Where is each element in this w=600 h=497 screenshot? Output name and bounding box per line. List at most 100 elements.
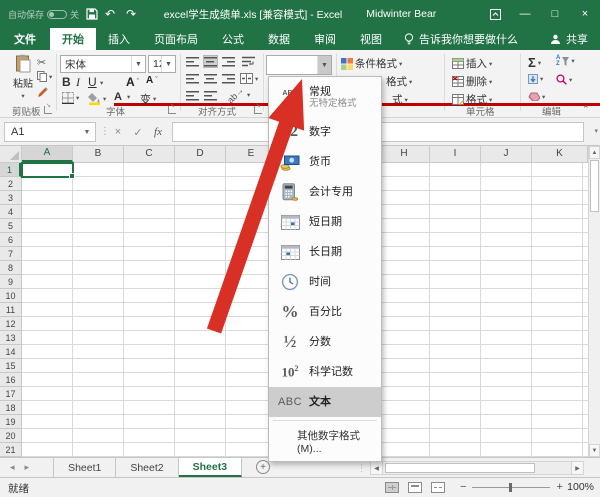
scroll-left-icon[interactable]: ◀ [370,461,383,475]
row-header-20[interactable]: 20 [0,429,21,443]
tell-me-box[interactable]: 告诉我你想要做什么 [394,28,528,50]
bold-button[interactable]: B [62,75,71,89]
menu-item-text[interactable]: ABC文本 [269,387,381,417]
row-header-14[interactable]: 14 [0,345,21,359]
scroll-down-icon[interactable]: ▼ [589,444,600,457]
row-header-3[interactable]: 3 [0,191,21,205]
menu-item-percent[interactable]: %百分比 [269,297,381,327]
orientation-button[interactable]: ab→ ▾ [226,90,250,100]
scroll-right-icon[interactable]: ▶ [571,461,584,475]
alignment-dialog-launcher[interactable] [254,106,262,114]
close-button[interactable]: × [570,0,600,28]
cell-styles-button[interactable]: 式▾ [392,92,408,107]
font-name-combo[interactable]: 宋体▼ [60,55,146,73]
row-header-16[interactable]: 16 [0,373,21,387]
page-layout-view-button[interactable] [408,482,422,493]
tab-插入[interactable]: 插入 [96,28,142,50]
scroll-up-icon[interactable]: ▲ [589,146,600,159]
vertical-scrollbar[interactable]: ▲ ▼ [588,146,600,457]
decrease-font-button[interactable]: Aˇ [146,75,158,86]
delete-cells-button[interactable]: 删除▾ [452,74,492,89]
italic-button[interactable]: I [76,75,80,90]
menu-item-more-formats[interactable]: 其他数字格式(M)... [269,424,381,459]
zoom-out-button[interactable]: − [460,481,466,493]
maximize-button[interactable]: □ [540,0,570,28]
row-header-19[interactable]: 19 [0,415,21,429]
column-header-B[interactable]: B [73,146,124,162]
underline-button[interactable]: U [88,75,97,89]
tab-页面布局[interactable]: 页面布局 [142,28,210,50]
clipboard-dialog-launcher[interactable] [44,106,52,114]
undo-dropdown-icon[interactable]: ▾ [116,11,119,17]
row-header-17[interactable]: 17 [0,387,21,401]
tab-file[interactable]: 文件 [0,28,50,50]
tab-公式[interactable]: 公式 [210,28,256,50]
merge-center-button[interactable]: ▾ [240,73,258,84]
fill-color-button[interactable]: ▾ [88,92,106,105]
share-button[interactable]: 共享 [538,28,600,50]
vertical-scroll-thumb[interactable] [590,160,599,212]
tab-审阅[interactable]: 审阅 [302,28,348,50]
next-sheet-icon[interactable]: ▸ [25,462,30,473]
row-header-10[interactable]: 10 [0,289,21,303]
save-button[interactable] [86,8,98,20]
autosave-toggle[interactable]: 自动保存 关 [8,8,79,21]
bottom-align-button[interactable] [222,56,235,67]
row-header-18[interactable]: 18 [0,401,21,415]
paste-button[interactable]: 粘贴 ▾ [8,54,38,100]
expand-formula-bar-icon[interactable]: ▾ [594,127,598,135]
name-box[interactable]: A1 ▼ [4,122,96,142]
cut-button[interactable]: ✂ [37,56,46,69]
menu-item-accounting[interactable]: 会计专用 [269,177,381,207]
increase-indent-button[interactable] [204,90,217,101]
ribbon-display-options-button[interactable] [480,0,510,28]
row-header-2[interactable]: 2 [0,177,21,191]
phonetic-button[interactable]: 变▾ [140,91,156,107]
zoom-slider-thumb[interactable] [509,483,512,492]
menu-item-currency[interactable]: 货币 [269,147,381,177]
tab-开始[interactable]: 开始 [50,28,96,50]
zoom-in-button[interactable]: + [556,481,562,493]
sort-filter-button[interactable]: AZ ▾ [556,55,575,67]
align-left-button[interactable] [186,73,199,84]
row-header-9[interactable]: 9 [0,275,21,289]
format-painter-button[interactable] [37,87,48,98]
redo-button[interactable]: ↷▾ [126,8,140,20]
page-break-view-button[interactable] [431,482,445,493]
menu-item-fraction[interactable]: ½分数 [269,327,381,357]
selected-cell-a1[interactable] [21,162,74,178]
font-size-combo[interactable]: 12▼ [148,55,176,73]
clear-button[interactable]: ▾ [528,92,545,101]
minimize-button[interactable]: — [510,0,540,28]
prev-sheet-icon[interactable]: ◂ [10,462,15,473]
menu-item-number[interactable]: 12数字 [269,117,381,147]
copy-button[interactable]: ▾ [37,71,52,82]
row-header-15[interactable]: 15 [0,359,21,373]
sheet-tab-sheet1[interactable]: Sheet1 [53,458,116,477]
autosum-button[interactable]: Σ▾ [528,55,541,70]
column-header-I[interactable]: I [430,146,481,162]
row-header-5[interactable]: 5 [0,219,21,233]
insert-cells-button[interactable]: 插入▾ [452,56,492,71]
number-format-dropdown-icon[interactable]: ▼ [317,56,331,74]
undo-button[interactable]: ↶▾ [105,8,119,20]
underline-dropdown-icon[interactable]: ▾ [100,79,103,87]
tab-视图[interactable]: 视图 [348,28,394,50]
row-header-8[interactable]: 8 [0,261,21,275]
column-header-H[interactable]: H [379,146,430,162]
wrap-text-button[interactable] [242,56,255,67]
align-right-button[interactable] [222,73,235,84]
name-box-dropdown-icon[interactable]: ▼ [79,129,95,136]
sheet-tab-sheet3[interactable]: Sheet3 [179,458,242,477]
conditional-formatting-button[interactable]: 条件格式▾ [341,56,402,71]
menu-item-scientific[interactable]: 102科学记数 [269,357,381,387]
fill-button[interactable]: ▾ [528,74,543,84]
new-sheet-button[interactable]: + [256,460,270,474]
zoom-slider[interactable] [472,487,550,488]
cancel-button[interactable]: × [108,122,128,142]
tab-splitter[interactable]: ⋮ [357,463,366,474]
row-header-1[interactable]: 1 [0,163,21,177]
decrease-indent-button[interactable] [186,90,199,101]
increase-font-button[interactable]: Aˆ [126,75,139,89]
top-align-button[interactable] [186,56,199,67]
